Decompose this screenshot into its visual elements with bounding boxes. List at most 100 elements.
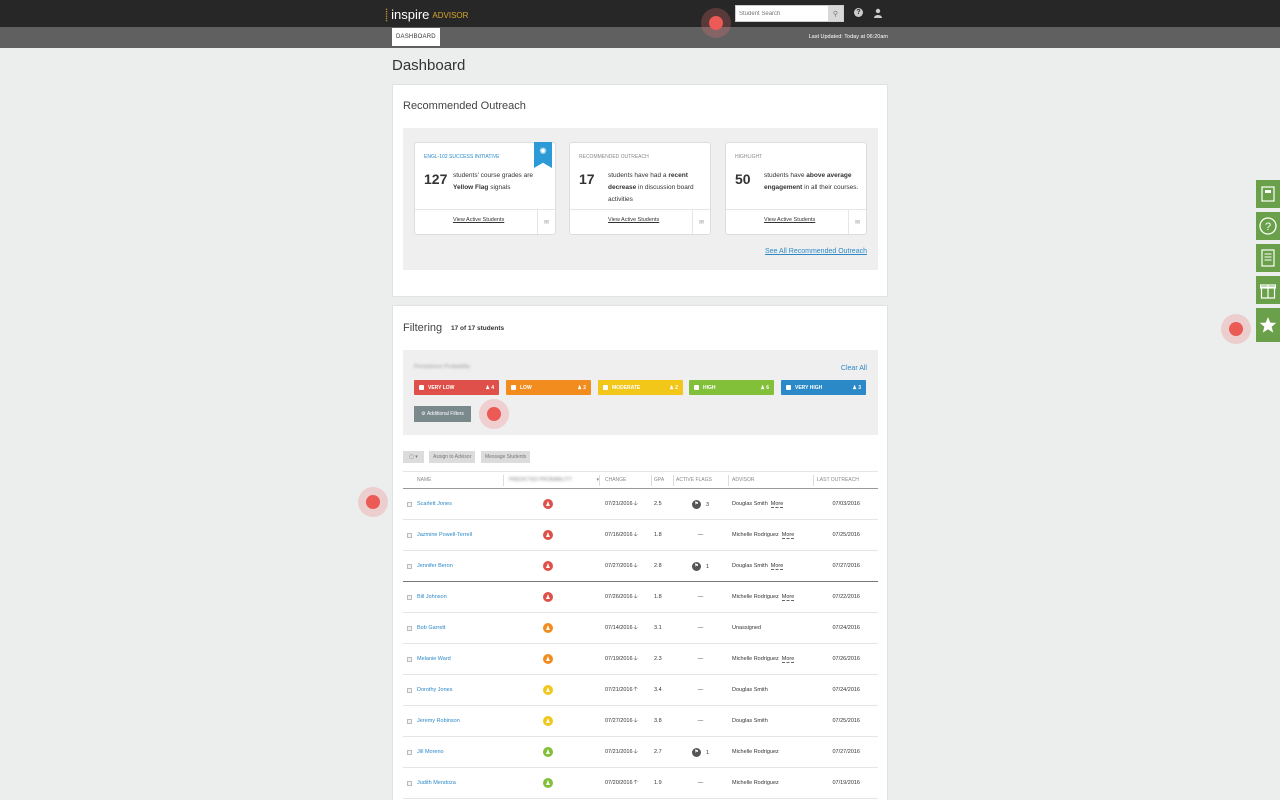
change-date: 07/27/2016 <box>605 718 633 724</box>
tab-dashboard[interactable]: DASHBOARD <box>392 28 440 46</box>
advisor-more-link[interactable]: More <box>781 532 795 539</box>
student-name-link[interactable]: Dorothy Jones <box>417 687 452 693</box>
table-row[interactable]: Bill Johnson ♟ 07/26/2016🡣 1.8 — Michelle Rod… <box>403 581 878 613</box>
advisor-more-link[interactable]: More <box>770 501 784 508</box>
view-active-students-link[interactable]: View Active Students <box>453 217 504 223</box>
row-checkbox[interactable] <box>407 532 412 538</box>
student-name-link[interactable]: Jill Moreno <box>417 749 444 755</box>
table-header-row: NAME PREDICTED PROBABILITY ▾ CHANGE GPA … <box>403 471 878 489</box>
click-marker <box>1221 314 1251 344</box>
outreach-footer: View Active Students ✉ <box>570 209 710 234</box>
arrow-down-icon: 🡣 <box>633 594 638 600</box>
header-probability[interactable]: PREDICTED PROBABILITY ▾ <box>503 471 599 489</box>
help-circle-icon[interactable]: ? <box>1256 212 1280 242</box>
header-advisor[interactable]: ADVISOR <box>728 471 813 489</box>
filter-pill-very-high[interactable]: VERY HIGH ♟ 3 <box>781 380 866 395</box>
table-row[interactable]: Bob Garrett ♟ 07/14/2016🡣 3.1 — Unassigned 07/… <box>403 612 878 644</box>
row-checkbox[interactable] <box>407 749 412 755</box>
click-marker <box>701 8 731 38</box>
row-checkbox[interactable] <box>407 718 412 724</box>
see-all-outreach-link[interactable]: See All Recommended Outreach <box>765 248 867 255</box>
flags-value: 3 <box>705 501 710 508</box>
change-date: 07/26/2016 <box>605 594 633 600</box>
outreach-number: 50 <box>735 171 751 187</box>
select-all-dropdown[interactable]: ▢ ▾ <box>403 451 424 463</box>
help-icon[interactable]: ? <box>854 8 863 17</box>
header-name[interactable]: NAME <box>417 471 503 489</box>
additional-filters-button[interactable]: ⚙ Additional Filters <box>414 406 471 422</box>
student-name-link[interactable]: Bob Garrett <box>417 625 445 631</box>
risk-person-icon: ♟ <box>543 592 553 602</box>
flags-value: — <box>697 687 704 693</box>
message-students-button[interactable]: Message Students <box>481 451 531 463</box>
search-input[interactable] <box>736 6 828 21</box>
outreach-title: Recommended Outreach <box>403 100 526 112</box>
table-row[interactable]: Jazmine Powell-Terrell ♟ 07/16/2016🡣 1.8 — Mi… <box>403 519 878 551</box>
change-date: 07/14/2016 <box>605 625 633 631</box>
header-active-flags[interactable]: ACTIVE FLAGS <box>673 471 728 489</box>
student-name-link[interactable]: Jennifer Beron <box>417 563 453 569</box>
filtering-card: Filtering 17 of 17 students Persistence … <box>392 305 888 800</box>
filter-pill-low[interactable]: LOW ♟ 2 <box>506 380 591 395</box>
student-name-link[interactable]: Judith Mendoza <box>417 780 456 786</box>
header-gpa[interactable]: GPA <box>651 471 673 489</box>
header-change[interactable]: CHANGE <box>599 471 651 489</box>
star-icon[interactable] <box>1256 308 1280 344</box>
table-row[interactable]: Jeremy Robinson ♟ 07/27/2016🡣 3.8 — Douglas S… <box>403 705 878 737</box>
grid-icon[interactable] <box>1256 180 1280 210</box>
table-row[interactable]: Scarlett Jones ♟ 07/21/2016🡣 2.5 ⚑ 3 Douglas S… <box>403 488 878 520</box>
clear-all-link[interactable]: Clear All <box>841 365 867 372</box>
last-outreach-date: 07/03/2016 <box>832 501 860 507</box>
filter-pill-moderate[interactable]: MODERATE ♟ 2 <box>598 380 683 395</box>
student-name-link[interactable]: Jazmine Powell-Terrell <box>417 532 472 538</box>
arrow-down-icon: 🡣 <box>633 718 638 724</box>
table-row[interactable]: Melanie Ward ♟ 07/19/2016🡣 2.3 — Michelle Rod… <box>403 643 878 675</box>
advisor-name: Michelle Rodriguez <box>732 749 779 755</box>
user-icon[interactable] <box>873 8 883 18</box>
last-outreach-date: 07/19/2016 <box>832 780 860 786</box>
student-name-link[interactable]: Melanie Ward <box>417 656 451 662</box>
header-last-outreach[interactable]: LAST OUTREACH <box>813 471 878 489</box>
row-checkbox[interactable] <box>407 687 412 693</box>
flags-value: — <box>697 532 704 538</box>
persistence-label: Persistence Probability <box>414 364 470 370</box>
table-row[interactable]: Jennifer Beron ♟ 07/27/2016🡣 2.8 ⚑ 1 Douglas S… <box>403 550 878 582</box>
advisor-more-link[interactable]: More <box>781 594 795 601</box>
search-icon[interactable]: ⚲ <box>828 6 843 21</box>
message-icon[interactable]: ✉ <box>848 210 866 234</box>
row-checkbox[interactable] <box>407 780 412 786</box>
outreach-item: RECOMMENDED OUTREACH 17 students have ha… <box>569 142 711 235</box>
risk-person-icon: ♟ <box>543 654 553 664</box>
flag-icon: ⚑ <box>691 561 701 571</box>
row-checkbox[interactable] <box>407 501 412 507</box>
risk-person-icon: ♟ <box>543 561 553 571</box>
student-name-link[interactable]: Jeremy Robinson <box>417 718 460 724</box>
row-checkbox[interactable] <box>407 656 412 662</box>
assign-to-advisor-button[interactable]: Assign to Advisor <box>429 451 476 463</box>
advisor-more-link[interactable]: More <box>770 563 784 570</box>
risk-person-icon: ♟ <box>543 685 553 695</box>
filter-pill-high[interactable]: HIGH ♟ 6 <box>689 380 774 395</box>
receipt-icon[interactable] <box>1256 244 1280 274</box>
message-icon[interactable]: ✉ <box>692 210 710 234</box>
gpa-value: 1.8 <box>654 594 662 600</box>
logo-flame-icon: ⸽ <box>385 8 389 22</box>
table-row[interactable]: Jill Moreno ♟ 07/21/2016🡣 2.7 ⚑ 1 Michelle Rod… <box>403 736 878 768</box>
advisor-more-link[interactable]: More <box>781 656 795 663</box>
view-active-students-link[interactable]: View Active Students <box>608 217 659 223</box>
students-table: NAME PREDICTED PROBABILITY ▾ CHANGE GPA … <box>403 471 878 799</box>
filter-pill-very-low[interactable]: VERY LOW ♟ 4 <box>414 380 499 395</box>
message-icon[interactable]: ✉ <box>537 210 555 234</box>
student-name-link[interactable]: Scarlett Jones <box>417 501 452 507</box>
row-checkbox[interactable] <box>407 625 412 631</box>
advisor-name: Michelle Rodriguez <box>732 780 779 786</box>
row-checkbox[interactable] <box>407 594 412 600</box>
view-active-students-link[interactable]: View Active Students <box>764 217 815 223</box>
row-checkbox[interactable] <box>407 563 412 569</box>
app-logo[interactable]: ⸽ inspire ADVISOR <box>385 6 468 23</box>
table-row[interactable]: Judith Mendoza ♟ 07/20/2016🡡 1.9 — Michelle R… <box>403 767 878 799</box>
student-name-link[interactable]: Bill Johnson <box>417 594 447 600</box>
student-search[interactable]: ⚲ <box>735 5 844 22</box>
gift-icon[interactable] <box>1256 276 1280 306</box>
table-row[interactable]: Dorothy Jones ♟ 07/21/2016🡡 3.4 — Douglas Smi… <box>403 674 878 706</box>
